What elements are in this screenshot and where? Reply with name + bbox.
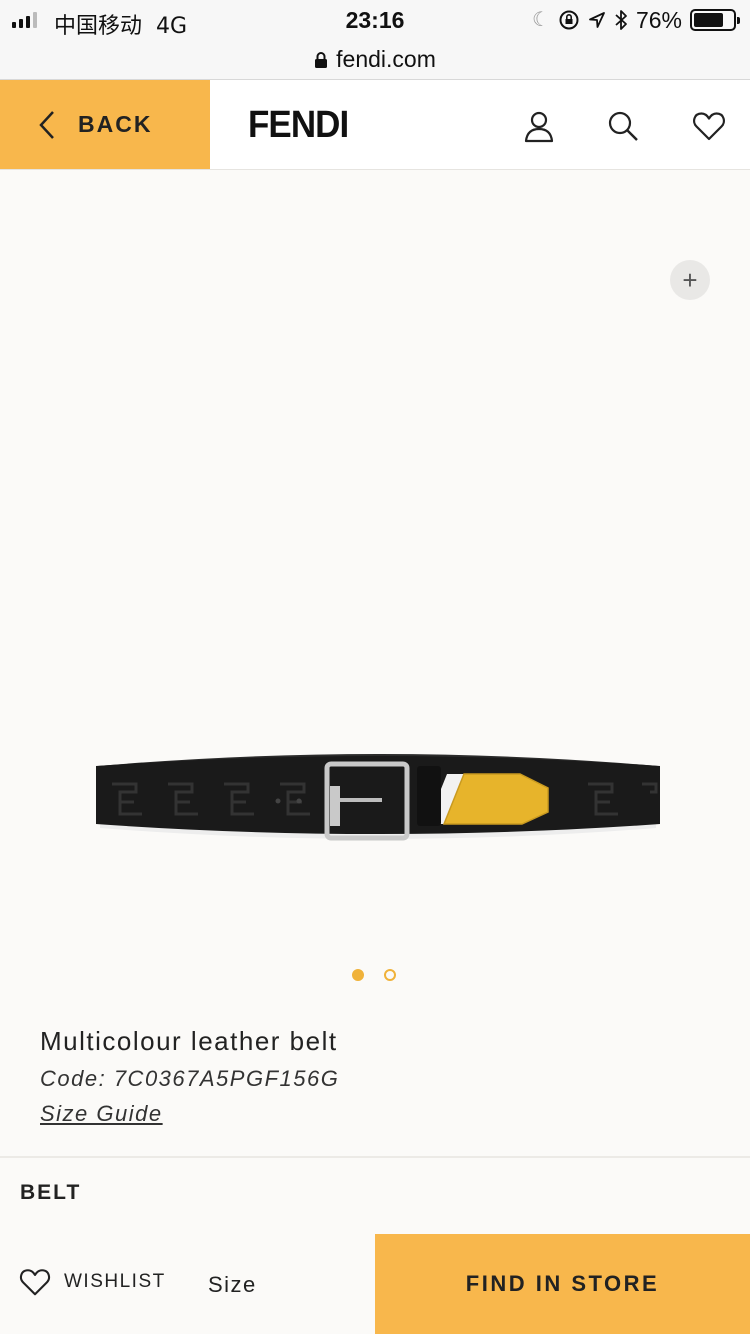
lock-icon xyxy=(315,51,328,68)
wishlist-label: WISHLIST xyxy=(64,1271,166,1292)
product-code: Code: 7C0367A5PGF156G xyxy=(40,1066,340,1091)
fendi-logo[interactable]: FENDI xyxy=(248,104,349,147)
search-icon[interactable] xyxy=(605,108,641,144)
heart-icon xyxy=(19,1269,51,1296)
chevron-left-icon xyxy=(39,110,54,139)
site-header: BACK FENDI xyxy=(0,80,750,170)
wishlist-button[interactable]: WISHLIST xyxy=(18,1266,166,1298)
orientation-lock-icon xyxy=(559,10,579,30)
product-category: BELT xyxy=(20,1181,82,1204)
product-name: Multicolour leather belt xyxy=(40,1026,338,1056)
moon-icon: ☾ xyxy=(532,9,550,31)
divider xyxy=(0,1156,750,1158)
product-image[interactable] xyxy=(92,740,664,860)
status-bar: 中国移动 4G 23:16 ☾ 76% xyxy=(0,0,750,40)
account-icon[interactable] xyxy=(521,108,557,144)
find-in-store-button[interactable]: FIND IN STORE xyxy=(375,1234,750,1334)
size-selector[interactable]: Size xyxy=(208,1272,257,1298)
address-bar[interactable]: fendi.com xyxy=(0,40,750,80)
back-button[interactable]: BACK xyxy=(0,80,210,169)
pagination-dot-2[interactable] xyxy=(384,969,396,981)
url-text: fendi.com xyxy=(336,46,436,72)
battery-icon xyxy=(690,9,740,31)
pagination-dot-1[interactable] xyxy=(352,969,364,981)
zoom-button[interactable]: + xyxy=(670,260,710,300)
plus-icon: + xyxy=(682,264,698,295)
find-in-store-label: FIND IN STORE xyxy=(465,1271,660,1296)
size-guide-link[interactable]: Size Guide xyxy=(40,1101,163,1127)
bluetooth-icon xyxy=(615,10,627,30)
location-icon xyxy=(589,12,605,28)
back-label: BACK xyxy=(78,111,153,137)
heart-icon[interactable] xyxy=(691,108,727,144)
battery-percent: 76% xyxy=(635,6,682,33)
image-pagination xyxy=(352,969,396,981)
